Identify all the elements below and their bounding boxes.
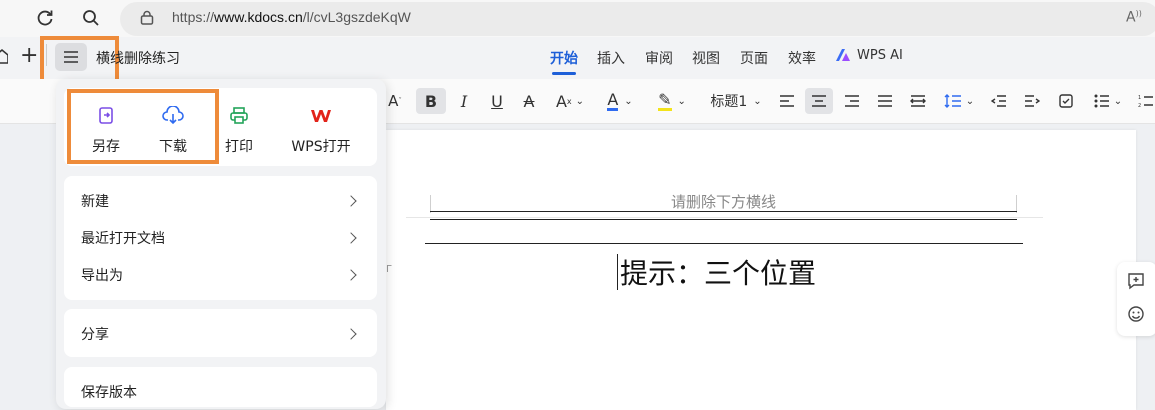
tab-wps-ai[interactable]: WPS AI: [834, 47, 903, 63]
menu-item-new-label: 新建: [81, 193, 109, 210]
menu-item-recent-label: 最近打开文档: [81, 230, 165, 247]
search-icon[interactable]: [76, 3, 106, 33]
wps-ai-label: WPS AI: [857, 47, 903, 63]
site-info-icon[interactable]: [139, 10, 155, 30]
wps-logo-icon: [311, 110, 331, 122]
text-cursor: [617, 254, 618, 290]
font-size-decrease-icon[interactable]: Aˇ: [386, 88, 404, 114]
chevron-right-icon: [345, 327, 357, 340]
header-text[interactable]: 请删除下方横线: [430, 191, 1017, 212]
body-line[interactable]: [425, 243, 1023, 244]
align-left-icon[interactable]: [776, 88, 798, 114]
tab-view[interactable]: 视图: [692, 48, 720, 68]
menu-item-export[interactable]: 导出为: [64, 256, 377, 293]
svg-text:1: 1: [1138, 95, 1141, 101]
open-in-wps-button[interactable]: WPS打开: [284, 106, 358, 156]
heading-style-value: 标题1: [710, 94, 748, 110]
print-button[interactable]: 打印: [216, 106, 262, 156]
home-icon[interactable]: [0, 47, 9, 69]
tab-efficiency[interactable]: 效率: [788, 48, 816, 68]
align-center-icon[interactable]: [805, 88, 833, 114]
numbered-list-icon[interactable]: 12: [1138, 88, 1155, 114]
margin-mark: Γ: [386, 264, 392, 275]
bold-icon[interactable]: B: [416, 88, 446, 114]
emoji-icon[interactable]: [1127, 305, 1145, 327]
tab-start[interactable]: 开始: [550, 48, 578, 68]
underline-icon[interactable]: U: [485, 88, 509, 114]
header-line-1[interactable]: [430, 211, 1017, 212]
line-spacing-icon[interactable]: ⌄: [940, 88, 978, 114]
align-right-icon[interactable]: [841, 88, 863, 114]
menu-item-save-version[interactable]: 保存版本: [64, 373, 377, 410]
header-boundary: [406, 217, 1043, 218]
wps-ai-icon: [836, 49, 850, 61]
strikethrough-icon[interactable]: A: [517, 88, 541, 114]
svg-text:2: 2: [1138, 103, 1141, 108]
open-in-wps-label: WPS打开: [291, 139, 351, 155]
italic-icon[interactable]: I: [452, 88, 476, 114]
tab-page[interactable]: 页面: [740, 48, 768, 68]
menu-item-new[interactable]: 新建: [64, 182, 377, 219]
reload-icon[interactable]: [30, 3, 60, 33]
chevron-right-icon: [345, 194, 357, 207]
justify-icon[interactable]: [874, 88, 896, 114]
url-scheme: https://: [172, 9, 215, 25]
bullet-list-icon[interactable]: ⌄: [1088, 88, 1128, 114]
url-path: /l/cvL3gszdeKqW: [302, 9, 411, 25]
chevron-right-icon: [345, 268, 357, 281]
document-title[interactable]: 横线删除练习: [96, 48, 180, 68]
new-tab-icon[interactable]: +: [20, 45, 38, 67]
menu-item-export-label: 导出为: [81, 267, 123, 284]
print-label: 打印: [225, 139, 253, 155]
add-comment-icon[interactable]: [1127, 272, 1145, 294]
menu-item-save-version-label: 保存版本: [81, 384, 137, 401]
increase-indent-icon[interactable]: [1021, 88, 1043, 114]
menu-item-recent[interactable]: 最近打开文档: [64, 219, 377, 256]
header-line-2[interactable]: [430, 219, 1017, 220]
tab-review[interactable]: 审阅: [645, 48, 673, 68]
save-download-highlight: [67, 89, 219, 164]
decrease-indent-icon[interactable]: [988, 88, 1010, 114]
distribute-icon[interactable]: [907, 88, 929, 114]
chevron-right-icon: [345, 231, 357, 244]
font-color-icon[interactable]: A ⌄: [600, 88, 640, 114]
heading-style-select[interactable]: 标题1 ⌄: [706, 88, 766, 114]
url-text[interactable]: https://www.kdocs.cn/l/cvL3gszdeKqW: [172, 9, 411, 25]
active-tab-indicator: [552, 72, 576, 75]
tab-insert[interactable]: 插入: [597, 48, 625, 68]
highlight-color-icon[interactable]: ✎ ⌄: [652, 88, 692, 114]
url-host: www.kdocs.cn: [214, 9, 303, 25]
superscript-icon[interactable]: Ax ⌄: [552, 88, 588, 114]
menu-item-share-label: 分享: [81, 326, 109, 343]
hint-text[interactable]: 提示：三个位置: [620, 252, 816, 292]
menu-item-share[interactable]: 分享: [64, 315, 377, 352]
printer-icon: [230, 107, 248, 124]
checkbox-list-icon[interactable]: [1055, 88, 1077, 114]
reader-mode-icon[interactable]: A)): [1126, 9, 1142, 26]
